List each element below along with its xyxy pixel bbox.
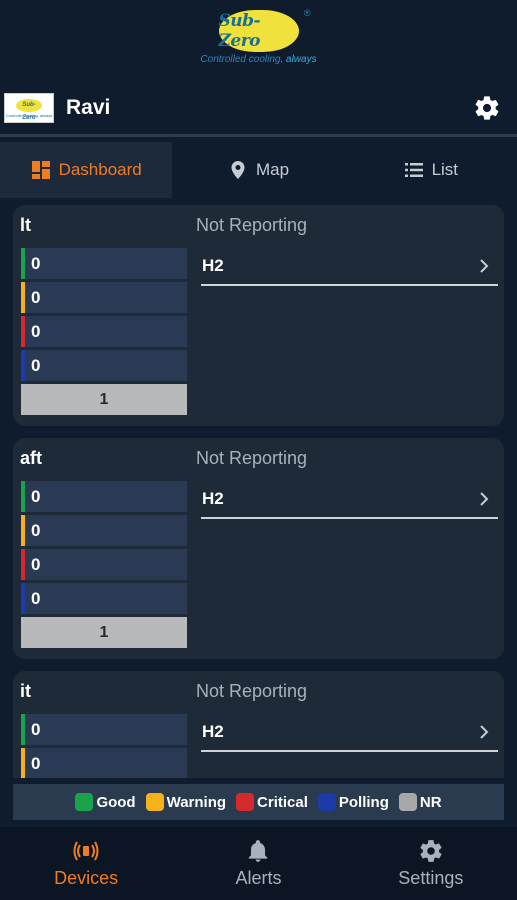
- brand-logo-text: Sub-Zero: [218, 11, 261, 51]
- avatar: Sub-Zero Controlled cooling, always: [4, 93, 54, 123]
- tab-list-label: List: [431, 160, 459, 179]
- bottom-navigation: Devices Alerts Settings: [0, 827, 517, 900]
- tab-list[interactable]: List: [345, 142, 517, 198]
- group-status: Not Reporting: [196, 215, 308, 235]
- tab-dashboard-label: Dashboard: [58, 160, 142, 179]
- brand-header: Sub-Zero ® Controlled cooling, always: [0, 0, 517, 82]
- group-status: Not Reporting: [196, 681, 308, 701]
- brand-tagline: Controlled cooling, always: [200, 54, 316, 65]
- nr-swatch: [398, 793, 417, 811]
- tab-dashboard[interactable]: Dashboard: [0, 142, 173, 198]
- header-divider: [0, 134, 517, 137]
- legend-warning: Warning: [145, 793, 227, 811]
- nav-alerts[interactable]: Alerts: [172, 827, 344, 900]
- warning-swatch: [145, 793, 164, 811]
- status-counts: 0 0 0 0 1: [21, 714, 187, 778]
- legend-nr: NR: [398, 793, 442, 811]
- nav-devices-label: Devices: [54, 868, 119, 888]
- chevron-right-icon: [480, 259, 489, 273]
- bell-icon: [249, 840, 268, 862]
- status-legend: Good Warning Critical Polling NR: [13, 784, 504, 820]
- tab-map[interactable]: Map: [172, 142, 344, 198]
- registered-mark: ®: [303, 8, 311, 18]
- polling-swatch: [317, 793, 336, 811]
- good-count[interactable]: 0: [21, 248, 187, 279]
- critical-count[interactable]: 0: [21, 549, 187, 580]
- tagline-accent: always: [286, 54, 317, 65]
- legend-good-label: Good: [96, 793, 136, 811]
- legend-warning-label: Warning: [166, 793, 227, 811]
- settings-gear-icon[interactable]: [473, 94, 501, 122]
- polling-count-value: 0: [31, 355, 41, 375]
- group-name: aft: [20, 448, 42, 468]
- critical-count-value: 0: [31, 554, 41, 574]
- warning-count[interactable]: 0: [21, 282, 187, 313]
- legend-good: Good: [75, 793, 136, 811]
- good-swatch: [75, 793, 94, 811]
- warning-count-value: 0: [31, 753, 41, 773]
- avatar-tagline: Controlled cooling, always: [5, 112, 53, 118]
- polling-count-value: 0: [31, 588, 41, 608]
- nav-alerts-label: Alerts: [235, 868, 282, 888]
- legend-critical-label: Critical: [257, 793, 308, 811]
- warning-count[interactable]: 0: [21, 748, 187, 778]
- critical-swatch: [236, 793, 255, 811]
- dashboard-grid-icon: [31, 161, 50, 179]
- group-status: Not Reporting: [196, 448, 308, 468]
- group-name: lt: [20, 215, 31, 235]
- broadcast-icon: [73, 841, 99, 861]
- user-bar: Sub-Zero Controlled cooling, always Ravi: [0, 84, 517, 132]
- nav-devices[interactable]: Devices: [0, 827, 172, 900]
- nav-settings-label: Settings: [398, 868, 464, 888]
- brand-logo: Sub-Zero ®: [218, 8, 311, 52]
- groups-scroll-area[interactable]: lt Not Reporting 0 0 0 0 1 H2 aft Not Re…: [0, 203, 517, 778]
- group-card: it Not Reporting 0 0 0 0 1 H2: [13, 671, 504, 778]
- polling-count[interactable]: 0: [21, 350, 187, 381]
- status-counts: 0 0 0 0 1: [21, 248, 187, 415]
- user-name: Ravi: [66, 96, 111, 119]
- device-name: H2: [202, 256, 224, 275]
- critical-count-value: 0: [31, 321, 41, 341]
- chevron-right-icon: [480, 492, 489, 506]
- group-card: aft Not Reporting 0 0 0 0 1 H2: [13, 438, 504, 659]
- good-count[interactable]: 0: [21, 714, 187, 745]
- device-link[interactable]: H2: [201, 714, 498, 752]
- avatar-logo: Sub-Zero: [16, 98, 42, 121]
- nr-count[interactable]: 1: [21, 617, 187, 648]
- legend-critical: Critical: [236, 793, 308, 811]
- polling-count[interactable]: 0: [21, 583, 187, 614]
- legend-polling: Polling: [317, 793, 389, 811]
- good-count-value: 0: [31, 486, 41, 506]
- view-tabs: Dashboard Map List: [0, 142, 517, 198]
- critical-count[interactable]: 0: [21, 316, 187, 347]
- nr-count[interactable]: 1: [21, 384, 187, 415]
- device-name: H2: [202, 489, 224, 508]
- good-count[interactable]: 0: [21, 481, 187, 512]
- device-link[interactable]: H2: [201, 248, 498, 286]
- tagline-main: Controlled cooling,: [200, 54, 284, 65]
- group-name: it: [20, 681, 31, 701]
- good-count-value: 0: [31, 719, 41, 739]
- legend-nr-label: NR: [419, 793, 442, 811]
- list-icon: [404, 163, 423, 177]
- warning-count-value: 0: [31, 520, 41, 540]
- status-counts: 0 0 0 0 1: [21, 481, 187, 648]
- map-pin-icon: [231, 161, 245, 179]
- nav-settings[interactable]: Settings: [345, 827, 517, 900]
- device-link[interactable]: H2: [201, 481, 498, 519]
- legend-polling-label: Polling: [338, 793, 389, 811]
- device-name: H2: [202, 722, 224, 741]
- gear-icon: [420, 840, 442, 862]
- warning-count-value: 0: [31, 287, 41, 307]
- warning-count[interactable]: 0: [21, 515, 187, 546]
- group-card: lt Not Reporting 0 0 0 0 1 H2: [13, 205, 504, 426]
- tab-map-label: Map: [255, 160, 290, 179]
- chevron-right-icon: [480, 725, 489, 739]
- good-count-value: 0: [31, 253, 41, 273]
